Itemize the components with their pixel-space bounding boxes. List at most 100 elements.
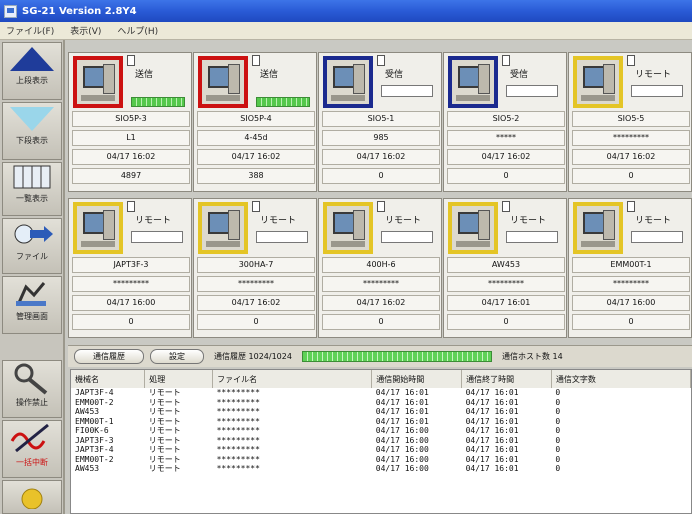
manage-button[interactable]: 管理画面 — [2, 276, 62, 334]
col-char-count[interactable]: 通信文字数 — [551, 370, 691, 388]
menu-help[interactable]: ヘルプ(H) — [117, 24, 158, 37]
log-row[interactable]: EMM00T-2 リモート ********* 04/17 16:01 04/17 16… — [71, 398, 691, 408]
status-flag-icon — [502, 201, 510, 212]
log-cell: JAPT3F-3 — [75, 435, 114, 445]
machine-icon — [448, 56, 498, 108]
log-cell: 04/17 16:01 — [375, 397, 429, 407]
log-cell: リモート — [148, 426, 181, 435]
col-machine[interactable]: 機械名 — [71, 370, 146, 388]
list-view-icon — [13, 165, 51, 189]
log-cell: ********* — [216, 454, 260, 464]
status-flag-icon — [627, 55, 635, 66]
machine-card[interactable]: 送信 SIO5P-3 L1 04/17 16:02 4897 — [68, 52, 192, 192]
log-cell: ********* — [216, 445, 260, 454]
log-cell: リモート — [148, 464, 181, 473]
log-cell: 0 — [555, 426, 561, 435]
machine-status-box — [506, 85, 558, 97]
log-row[interactable]: FI00K-6 リモート ********* 04/17 16:00 04/17 16:… — [71, 426, 691, 436]
log-header-row: 機械名 処理 ファイル名 通信開始時間 通信終了時間 通信文字数 — [71, 370, 691, 388]
log-cell: 04/17 16:01 — [465, 454, 519, 464]
sidebar-label: 下段表示 — [16, 136, 48, 145]
log-cell: ********* — [216, 416, 260, 426]
machine-card[interactable]: リモート SIO5-5 ********* 04/17 16:02 0 — [568, 52, 692, 192]
machine-icon — [73, 202, 123, 254]
machine-card[interactable]: リモート AW453 ********* 04/17 16:01 0 — [443, 198, 567, 338]
col-end-time[interactable]: 通信終了時間 — [461, 370, 552, 388]
machine-date: 04/17 16:02 — [72, 149, 190, 165]
log-body: JAPT3F-4 リモート ********* 04/17 16:01 04/17 16… — [71, 388, 691, 474]
machine-card[interactable]: 送信 SIO5P-4 4-45d 04/17 16:02 388 — [193, 52, 317, 192]
machine-count: 0 — [322, 314, 440, 330]
log-cell: 04/17 16:00 — [375, 445, 429, 454]
status-flag-icon — [627, 201, 635, 212]
col-filename[interactable]: ファイル名 — [212, 370, 373, 388]
menu-file[interactable]: ファイル(F) — [6, 24, 54, 37]
machine-count: 0 — [72, 314, 190, 330]
machine-date: 04/17 16:02 — [572, 149, 690, 165]
log-cell: リモート — [148, 435, 181, 445]
machine-card[interactable]: リモート JAPT3F-3 ********* 04/17 16:00 0 — [68, 198, 192, 338]
interrupt-button[interactable]: 一括中断 — [2, 420, 62, 478]
menu-bar: ファイル(F) 表示(V) ヘルプ(H) — [0, 22, 692, 40]
extra-button[interactable] — [2, 480, 62, 514]
log-cell: リモート — [148, 397, 181, 407]
history-tab[interactable]: 通信履歴 — [74, 349, 144, 364]
settings-tab[interactable]: 設定 — [150, 349, 204, 364]
machine-name: SIO5P-4 — [197, 111, 315, 127]
machine-status-box — [631, 231, 683, 243]
machine-name: 400H-6 — [322, 257, 440, 273]
machine-card[interactable]: リモート 300HA-7 ********* 04/17 16:02 0 — [193, 198, 317, 338]
status-flag-icon — [502, 55, 510, 66]
machine-mode: リモート — [135, 216, 172, 226]
log-row[interactable]: AW453 リモート ********* 04/17 16:00 04/17 16:01… — [71, 464, 691, 474]
log-row[interactable]: JAPT3F-3 リモート ********* 04/17 16:00 04/17 16… — [71, 436, 691, 446]
sidebar-label: 一括中断 — [16, 458, 48, 467]
machine-name: SIO5-2 — [447, 111, 565, 127]
list-view-button[interactable]: 一覧表示 — [2, 162, 62, 216]
menu-view[interactable]: 表示(V) — [70, 24, 101, 37]
log-row[interactable]: EMM00T-2 リモート ********* 04/17 16:00 04/17 16… — [71, 455, 691, 465]
status-flag-icon — [127, 55, 135, 66]
machine-date: 04/17 16:02 — [447, 149, 565, 165]
log-cell: 04/17 16:01 — [465, 407, 519, 416]
log-cell: 04/17 16:01 — [465, 426, 519, 435]
history-progress-bar — [301, 351, 492, 362]
machine-count: 0 — [572, 314, 690, 330]
log-row[interactable]: JAPT3F-4 リモート ********* 04/17 16:01 04/17 16… — [71, 388, 691, 398]
col-process[interactable]: 処理 — [144, 370, 214, 388]
app-window: SG-21 Version 2.8Y4 ファイル(F) 表示(V) ヘルプ(H)… — [0, 0, 692, 514]
status-flag-icon — [377, 201, 385, 212]
log-cell: AW453 — [75, 407, 100, 416]
log-row[interactable]: JAPT3F-4 リモート ********* 04/17 16:00 04/17 16… — [71, 445, 691, 455]
log-cell: 0 — [555, 445, 561, 454]
col-start-time[interactable]: 通信開始時間 — [371, 370, 463, 388]
lower-view-button[interactable]: 下段表示 — [2, 102, 62, 160]
machine-status-box — [381, 85, 433, 97]
machine-mode: 送信 — [260, 70, 279, 80]
log-row[interactable]: EMM00T-1 リモート ********* 04/17 16:01 04/17 16… — [71, 417, 691, 427]
machine-card[interactable]: 受信 SIO5-2 ***** 04/17 16:02 0 — [443, 52, 567, 192]
upper-view-button[interactable]: 上段表示 — [2, 42, 62, 100]
machine-name: SIO5-5 — [572, 111, 690, 127]
machine-status-box — [381, 231, 433, 243]
machine-icon — [573, 56, 623, 108]
log-row[interactable]: AW453 リモート ********* 04/17 16:01 04/17 16:01… — [71, 407, 691, 417]
file-button[interactable]: ファイル — [2, 218, 62, 274]
log-cell: 04/17 16:00 — [375, 454, 429, 464]
machine-file: ********* — [447, 276, 565, 292]
machine-date: 04/17 16:00 — [72, 295, 190, 311]
machine-mode: リモート — [260, 216, 297, 226]
machine-card[interactable]: リモート EMM00T-1 ********* 04/17 16:00 0 — [568, 198, 692, 338]
machine-file: ********* — [197, 276, 315, 292]
machine-count: 0 — [572, 168, 690, 184]
machine-file: ********* — [572, 130, 690, 146]
history-count: 通信履歴 1024/1024 — [214, 352, 292, 361]
lock-button[interactable]: 操作禁止 — [2, 360, 62, 418]
machine-count: 0 — [447, 314, 565, 330]
machine-card[interactable]: リモート 400H-6 ********* 04/17 16:02 0 — [318, 198, 442, 338]
machine-card[interactable]: 受信 SIO5-1 985 04/17 16:02 0 — [318, 52, 442, 192]
machine-file: L1 — [72, 130, 190, 146]
log-cell: ********* — [216, 407, 260, 416]
sidebar-label: 上段表示 — [16, 76, 48, 85]
log-cell: リモート — [148, 416, 181, 426]
